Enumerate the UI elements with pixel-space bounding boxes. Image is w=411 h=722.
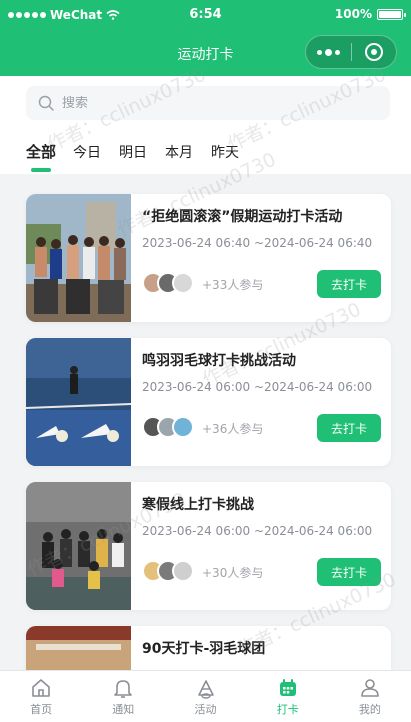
participant-avatars [142, 416, 194, 438]
bottom-tab-bar: 首页 通知 活动 打卡 我的 [0, 670, 411, 722]
active-tab-indicator [31, 168, 51, 172]
activity-card[interactable]: “拒绝圆滚滚”假期运动打卡活动 2023-06-24 06:40 ~2024-0… [26, 194, 391, 322]
close-button[interactable] [352, 36, 396, 68]
tabbar-label: 打卡 [276, 703, 299, 716]
avatar [172, 272, 194, 294]
tabbar-label: 我的 [358, 703, 381, 716]
checkin-button[interactable]: 去打卡 [317, 270, 381, 298]
tabbar-item-home[interactable]: 首页 [0, 671, 82, 722]
activity-date: 2023-06-24 06:00 ~2024-06-24 06:00 [142, 524, 373, 538]
participant-count: +30人参与 [202, 566, 264, 580]
search-box[interactable] [26, 86, 390, 120]
tabbar-label: 首页 [30, 703, 53, 716]
activity-card[interactable]: 鸣羽羽毛球打卡挑战活动 2023-06-24 06:00 ~2024-06-24… [26, 338, 391, 466]
activity-date: 2023-06-24 06:40 ~2024-06-24 06:40 [142, 236, 373, 250]
participant-count: +36人参与 [202, 422, 264, 436]
tab-all[interactable]: 全部 [26, 141, 56, 162]
activity-title: 90天打卡-羽毛球团 [142, 641, 266, 657]
home-icon [32, 679, 50, 697]
activity-photo [26, 338, 131, 466]
status-battery-group: 100% [334, 7, 406, 21]
activity-title: “拒绝圆滚滚”假期运动打卡活动 [142, 209, 343, 225]
close-target-icon [364, 43, 383, 61]
activity-title: 鸣羽羽毛球打卡挑战活动 [142, 353, 296, 369]
calendar-icon [279, 679, 296, 696]
shuttlecock-icon [197, 680, 214, 699]
battery-icon [377, 8, 406, 20]
mini-program-capsule [305, 35, 397, 69]
status-bar: WeChat 6:54 100% [0, 0, 411, 30]
participant-avatars [142, 272, 194, 294]
nav-bar: 运动打卡 [0, 30, 411, 76]
avatar [172, 560, 194, 582]
tab-tomorrow[interactable]: 明日 [119, 142, 147, 162]
tabbar-label: 通知 [112, 703, 135, 716]
search-input[interactable] [62, 95, 362, 111]
tabbar-item-notice[interactable]: 通知 [82, 671, 164, 722]
filter-tabs: 全部 今日 明日 本月 昨天 [0, 134, 411, 174]
participant-count: +33人参与 [202, 278, 264, 292]
participant-avatars [142, 560, 194, 582]
bell-icon [114, 680, 133, 698]
checkin-button[interactable]: 去打卡 [317, 558, 381, 586]
tab-yesterday[interactable]: 昨天 [211, 142, 239, 162]
search-icon [38, 95, 54, 111]
tab-today[interactable]: 今日 [73, 142, 101, 162]
tabbar-label: 活动 [194, 703, 217, 716]
checkin-button[interactable]: 去打卡 [317, 414, 381, 442]
search-area [0, 76, 411, 134]
activity-photo [26, 194, 131, 322]
tab-this-month[interactable]: 本月 [165, 142, 193, 162]
activity-photo [26, 482, 131, 610]
battery-percent: 100% [334, 7, 372, 21]
activity-card[interactable]: 寒假线上打卡挑战 2023-06-24 06:00 ~2024-06-24 06… [26, 482, 391, 610]
activity-date: 2023-06-24 06:00 ~2024-06-24 06:00 [142, 380, 373, 394]
more-menu-button[interactable] [306, 36, 351, 68]
tabbar-item-checkin[interactable]: 打卡 [247, 671, 329, 722]
user-icon [361, 679, 379, 697]
avatar [172, 416, 194, 438]
tabbar-item-activity[interactable]: 活动 [164, 671, 246, 722]
tabbar-item-mine[interactable]: 我的 [329, 671, 411, 722]
activity-title: 寒假线上打卡挑战 [142, 497, 254, 513]
